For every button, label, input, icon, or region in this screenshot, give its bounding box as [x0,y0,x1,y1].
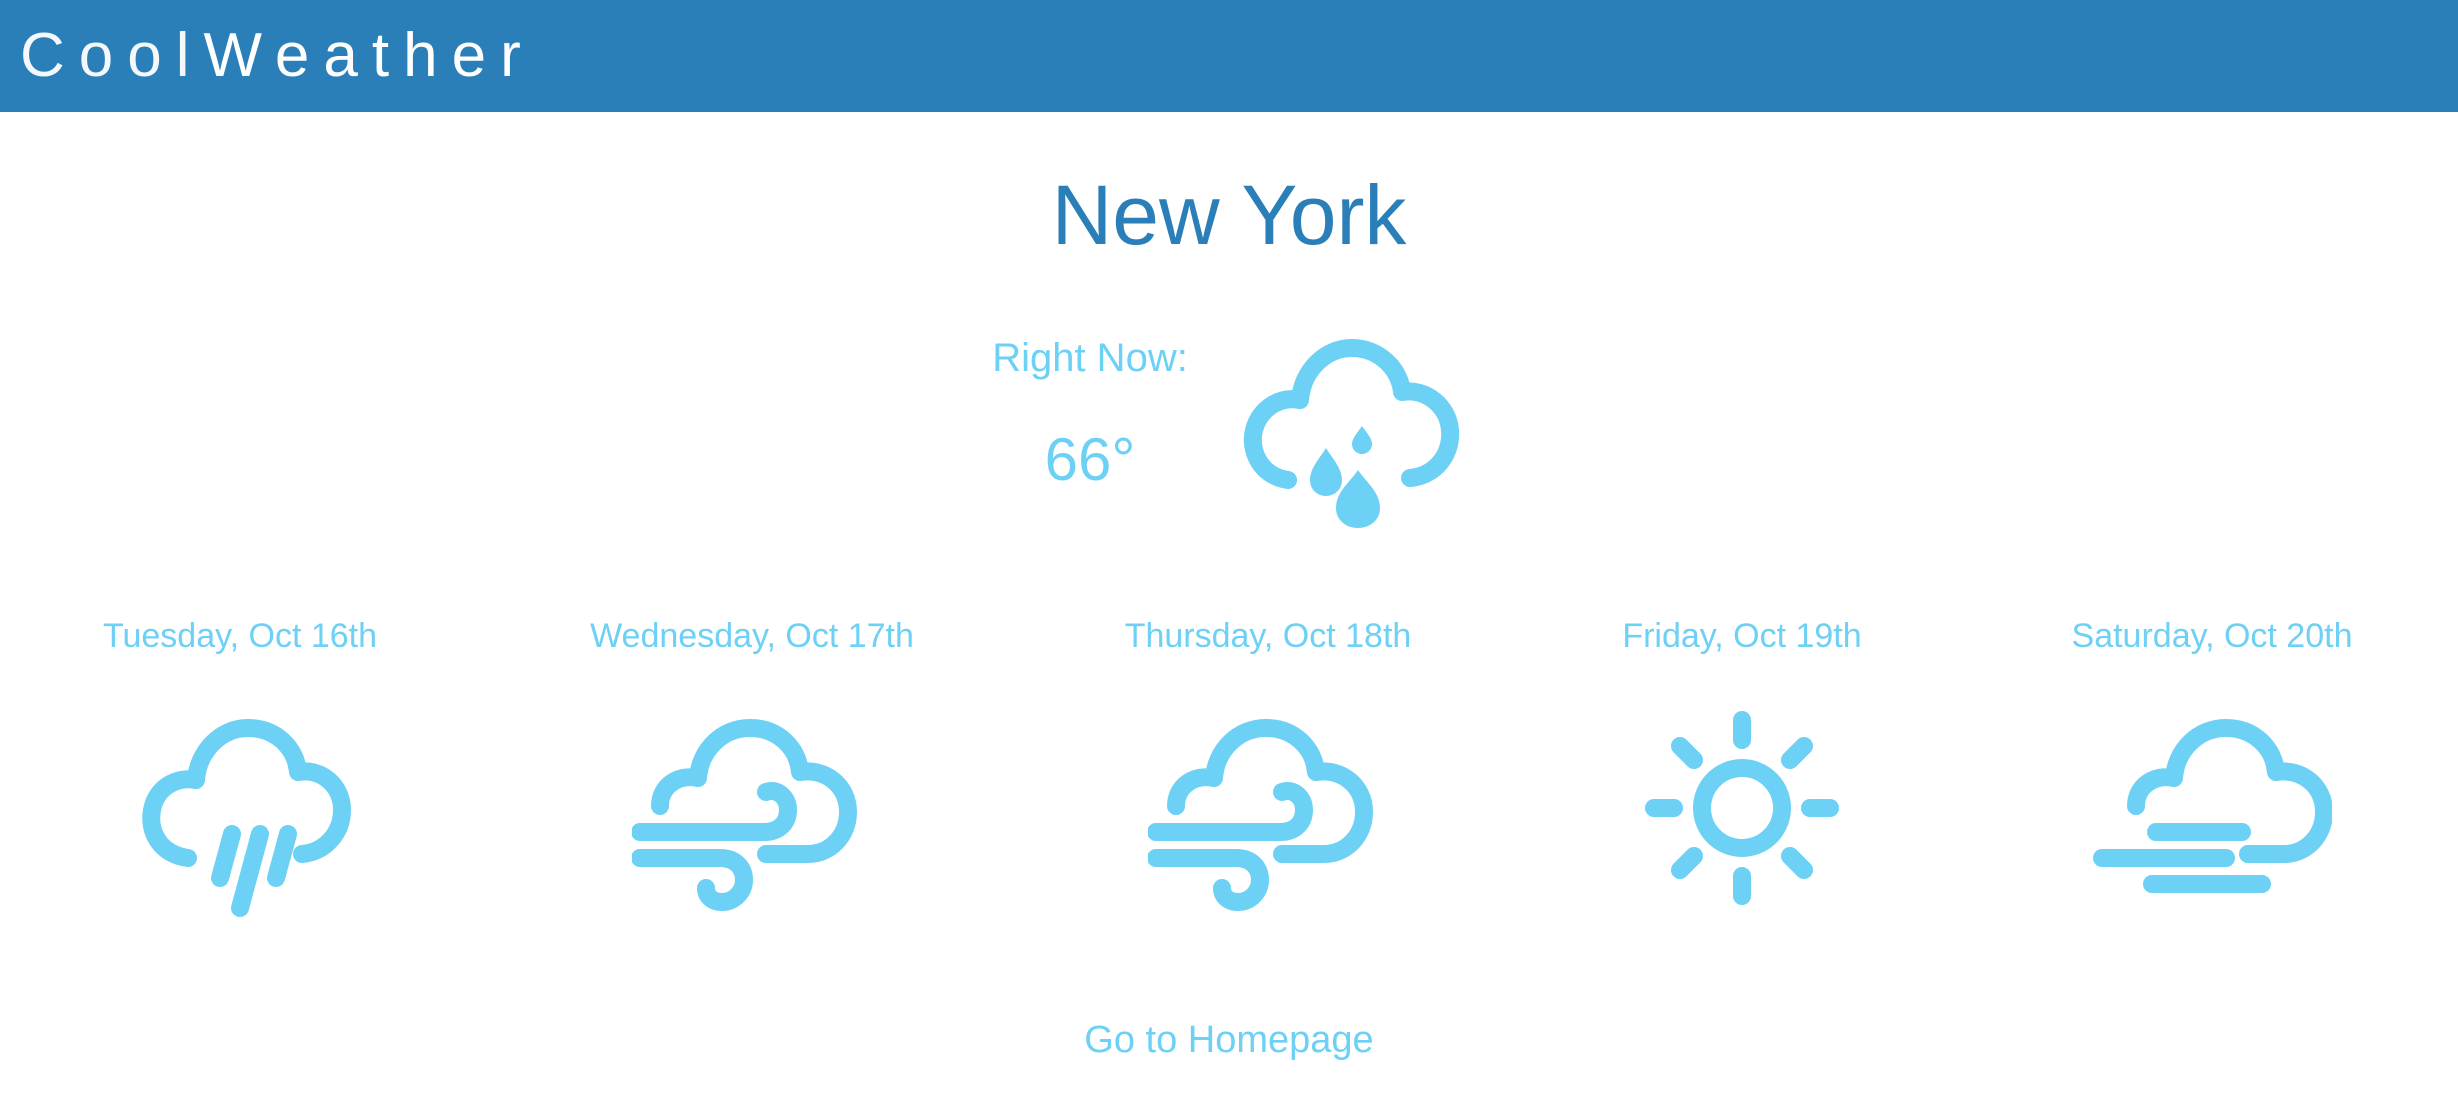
current-label: Right Now: [992,336,1188,380]
cloud-fog-icon [2093,719,2332,893]
forecast-day-label: Saturday, Oct 20th [2071,617,2353,655]
forecast-day: Thursday, Oct 18th [1028,612,1508,911]
top-bar: CoolWeather [0,0,2458,112]
forecast-day-label: Thursday, Oct 18th [1124,617,1412,655]
sun-icon [1645,711,1839,905]
brand-logo[interactable]: CoolWeather [20,18,535,94]
city-title: New York [1051,168,1407,262]
cloud-wind-icon [1148,719,1373,911]
forecast-day: Friday, Oct 19th [1502,612,1982,905]
brand-name-light: Cool [20,21,204,90]
brand-name-bold: Weather [203,21,535,90]
cloud-wind-icon [632,719,857,911]
cloud-rain-icon [142,719,351,917]
forecast-day: Tuesday, Oct 16th [0,612,480,917]
forecast-day-label: Tuesday, Oct 16th [102,617,378,655]
homepage-link[interactable]: Go to Homepage [0,1012,2458,1068]
forecast-day: Wednesday, Oct 17th [512,612,992,911]
forecast-day: Saturday, Oct 20th [1972,612,2452,893]
forecast-day-label: Wednesday, Oct 17th [590,617,914,655]
forecast-day-label: Friday, Oct 19th [1622,617,1862,655]
cloud-rain-drops-icon [1243,339,1460,528]
current-temperature: 66° [1044,426,1136,493]
